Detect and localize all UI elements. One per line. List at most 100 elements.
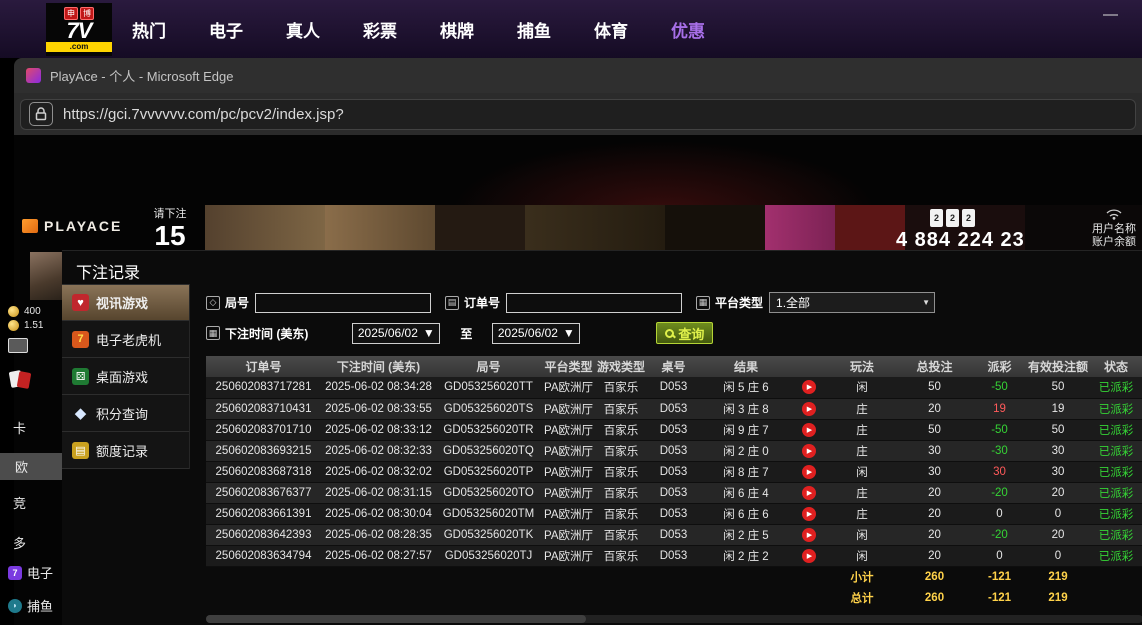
column-header: 游戏类型 <box>596 356 646 377</box>
sidebar-item-label: 视讯游戏 <box>96 293 148 312</box>
platform-grid-icon: ▦ <box>696 296 710 310</box>
rail-item[interactable]: 欧 <box>0 453 62 480</box>
play-icon[interactable] <box>802 444 816 458</box>
table-header-row: 订单号 下注时间 (美东) 局号 平台类型 游戏类型 桌号 结果 玩法 总投注 … <box>206 356 1142 377</box>
table-row: 250602083661391 2025-06-02 08:30:04 GD05… <box>206 503 1142 524</box>
panel-content: ◇ 局号 ▤ 订单号 ▦ 平台类型 1.全部 ▼ ▦ 下注时间 (美东) <box>190 284 1142 625</box>
address-bar[interactable]: https://gci.7vvvvvv.com/pc/pcv2/index.js… <box>20 99 1136 130</box>
bet-time-label: 下注时间 (美东) <box>225 325 308 342</box>
rail-item[interactable]: 捕鱼 <box>8 596 53 615</box>
result-cell: 闲 2 庄 2 <box>701 545 791 566</box>
result-cell: 闲 8 庄 7 <box>701 461 791 482</box>
game-cell: 百家乐 <box>596 482 646 503</box>
play-icon[interactable] <box>802 507 816 521</box>
order-cell: 250602083717281 <box>206 377 321 398</box>
rail-item-label: 卡 <box>13 418 26 437</box>
column-header: 平台类型 <box>541 356 596 377</box>
rail-item[interactable]: 多 <box>8 533 26 552</box>
game-cell: 百家乐 <box>596 398 646 419</box>
horizontal-scrollbar[interactable] <box>206 615 1142 623</box>
top-nav-bar: 申 博 7V .com 热门 电子 真人 彩票 棋牌 捕鱼 体育 优惠 <box>0 0 1142 58</box>
round-cell: GD053256020TR <box>436 419 541 440</box>
subtotal-total-bet: 260 <box>897 566 972 587</box>
platform-select[interactable]: 1.全部 ▼ <box>769 292 935 313</box>
nav-item[interactable]: 捕鱼 <box>517 17 551 42</box>
rail-item-icon <box>8 370 32 390</box>
play-icon[interactable] <box>802 380 816 394</box>
table-wrap: 订单号 下注时间 (美东) 局号 平台类型 游戏类型 桌号 结果 玩法 总投注 … <box>190 356 1142 608</box>
site-logo[interactable]: 申 博 7V .com <box>46 3 112 56</box>
round-input[interactable] <box>255 293 431 313</box>
valid-bet-cell: 0 <box>1027 545 1089 566</box>
replay-cell <box>791 419 827 440</box>
search-button[interactable]: 查询 <box>656 322 713 344</box>
play-icon[interactable] <box>802 402 816 416</box>
rail-item[interactable]: 1.51 <box>8 320 43 331</box>
date-from-select[interactable]: 2025/06/02 ▼ <box>352 323 440 344</box>
site-info-lock-icon[interactable] <box>29 102 53 126</box>
table-cell: D053 <box>646 377 701 398</box>
nav-item[interactable]: 真人 <box>286 17 320 42</box>
subtotal-row: 小计 260 -121 219 <box>206 566 1142 587</box>
user-avatar[interactable] <box>30 252 62 300</box>
column-header <box>791 356 827 377</box>
order-input[interactable] <box>506 293 682 313</box>
play-icon[interactable] <box>802 465 816 479</box>
total-bet-cell: 50 <box>897 419 972 440</box>
bet-type-cell: 庄 <box>827 503 897 524</box>
user-name-label: 用户名称 <box>1092 223 1136 236</box>
valid-bet-cell: 50 <box>1027 419 1089 440</box>
replay-cell <box>791 377 827 398</box>
round-cell: GD053256020TM <box>436 503 541 524</box>
total-total-bet: 260 <box>897 587 972 608</box>
column-header: 订单号 <box>206 356 321 377</box>
rail-item[interactable]: 竞 <box>8 493 26 512</box>
nav-item[interactable]: 热门 <box>132 17 166 42</box>
minimize-button[interactable]: — <box>1103 6 1118 23</box>
playace-logo: PLAYACE <box>22 218 122 234</box>
column-header: 派彩 <box>972 356 1027 377</box>
nav-item[interactable]: 电子 <box>209 17 243 42</box>
sidebar-item[interactable]: 额度记录 <box>62 432 189 469</box>
sidebar-item[interactable]: 视讯游戏 <box>62 284 189 321</box>
result-cell: 闲 5 庄 6 <box>701 377 791 398</box>
chevron-down-icon: ▼ <box>922 298 930 307</box>
rail-item[interactable] <box>8 370 37 390</box>
platform-cell: PA欧洲厅 <box>541 545 596 566</box>
play-icon[interactable] <box>802 423 816 437</box>
platform-cell: PA欧洲厅 <box>541 398 596 419</box>
round-cell: GD053256020TO <box>436 482 541 503</box>
platform-cell: PA欧洲厅 <box>541 524 596 545</box>
nav-item[interactable]: 体育 <box>594 17 628 42</box>
sidebar-item[interactable]: 桌面游戏 <box>62 358 189 395</box>
scrollbar-thumb[interactable] <box>206 615 586 623</box>
column-header: 下注时间 (美东) <box>321 356 436 377</box>
rail-item[interactable] <box>8 338 33 353</box>
sidebar-item[interactable]: 电子老虎机 <box>62 321 189 358</box>
valid-bet-cell: 19 <box>1027 398 1089 419</box>
round-cell: GD053256020TS <box>436 398 541 419</box>
sidebar-item[interactable]: 积分查询 <box>62 395 189 432</box>
valid-bet-cell: 50 <box>1027 377 1089 398</box>
platform-select-value: 1.全部 <box>776 294 810 311</box>
account-balance-label: 账户余额 <box>1092 236 1136 249</box>
game-cell: 百家乐 <box>596 545 646 566</box>
date-from-value: 2025/06/02 <box>358 326 418 340</box>
order-cell: 250602083701710 <box>206 419 321 440</box>
rail-item[interactable]: 400 <box>8 306 41 317</box>
play-icon[interactable] <box>802 486 816 500</box>
window-title: PlayAce - 个人 - Microsoft Edge <box>50 66 234 85</box>
main-nav: 热门 电子 真人 彩票 棋牌 捕鱼 体育 优惠 <box>132 0 705 58</box>
total-bet-cell: 30 <box>897 461 972 482</box>
rail-item[interactable]: 卡 <box>8 418 26 437</box>
time-cell: 2025-06-02 08:31:15 <box>321 482 436 503</box>
date-to-select[interactable]: 2025/06/02 ▼ <box>492 323 580 344</box>
nav-item[interactable]: 优惠 <box>671 17 705 42</box>
nav-item[interactable]: 彩票 <box>363 17 397 42</box>
table-row: 250602083634794 2025-06-02 08:27:57 GD05… <box>206 545 1142 566</box>
nav-item[interactable]: 棋牌 <box>440 17 474 42</box>
rail-item[interactable]: 电子 <box>8 563 53 582</box>
play-icon[interactable] <box>802 549 816 563</box>
sidebar-item-label: 电子老虎机 <box>96 330 161 349</box>
play-icon[interactable] <box>802 528 816 542</box>
